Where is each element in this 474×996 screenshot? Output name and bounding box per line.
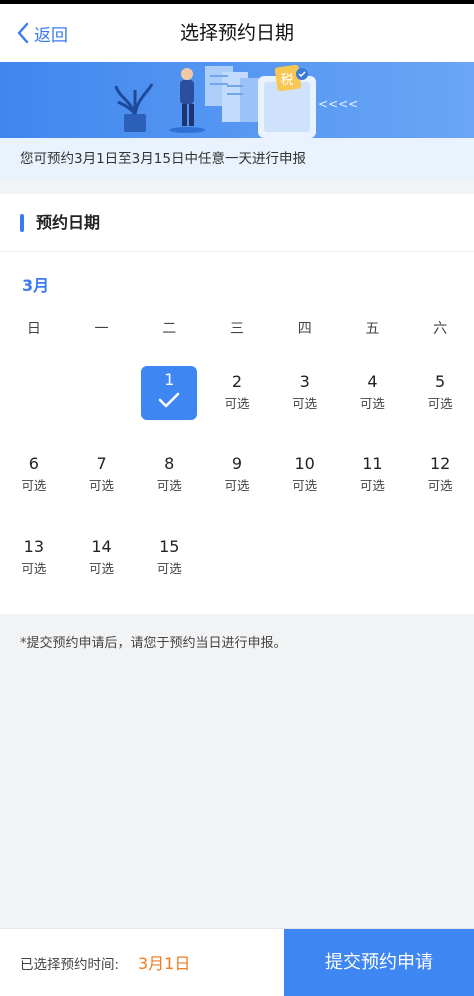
day-cell[interactable]: 9 可选 <box>203 450 271 508</box>
weekday-label: 六 <box>433 321 448 337</box>
day-status: 可选 <box>156 478 182 493</box>
day-cell[interactable]: 3 可选 <box>271 368 339 426</box>
day-status: 可选 <box>21 561 47 576</box>
weekday-label: 四 <box>297 321 312 337</box>
section-title: 预约日期 <box>36 213 101 232</box>
day-status: 可选 <box>89 561 115 576</box>
weekday-label: 五 <box>365 321 380 337</box>
day-number: 14 <box>91 537 112 556</box>
submit-button[interactable]: 提交预约申请 <box>284 929 474 996</box>
section-accent-bar <box>20 214 24 232</box>
day-status: 可选 <box>359 396 385 411</box>
selected-time-value: 3月1日 <box>138 954 191 973</box>
day-cell[interactable]: 6 可选 <box>0 450 68 508</box>
weekday-label: 一 <box>94 321 109 337</box>
day-number: 9 <box>231 454 243 473</box>
screens-illustration <box>205 66 262 122</box>
weekday-header: 日一二三四五六 <box>0 318 474 342</box>
day-cell[interactable]: 8 可选 <box>135 450 203 508</box>
day-number: 15 <box>159 537 180 556</box>
calendar-card: 预约日期 3月 日一二三四五六 1 2 可选 3 可选 4 可选 5 可选 6 可选 7 可选 8 可选 9 可… <box>0 194 474 614</box>
check-icon <box>158 392 180 408</box>
day-number: 12 <box>429 454 451 473</box>
day-status: 可选 <box>427 478 453 493</box>
month-label: 3月 <box>22 276 50 295</box>
day-number: 10 <box>294 454 315 473</box>
day-cell[interactable]: 2 可选 <box>203 368 271 426</box>
day-status: 可选 <box>292 478 318 493</box>
day-number: 7 <box>96 454 107 473</box>
day-cell[interactable]: 10 可选 <box>271 450 339 508</box>
nav-bar: 返回 选择预约日期 <box>0 4 474 62</box>
arrows-decoration: <<<< <box>318 97 358 111</box>
day-number: 4 <box>367 372 378 391</box>
selected-time-label: 已选择预约时间: <box>20 957 120 973</box>
day-status: 可选 <box>292 396 318 411</box>
weekday-label: 三 <box>229 321 244 337</box>
day-number: 6 <box>28 454 39 473</box>
day-cell[interactable]: 11 可选 <box>339 450 407 508</box>
day-cell[interactable]: 13 可选 <box>0 533 68 591</box>
tax-badge-text: 税 <box>280 73 293 88</box>
day-cell[interactable]: 7 可选 <box>68 450 136 508</box>
person-figure <box>169 68 205 133</box>
day-status: 可选 <box>359 478 385 493</box>
banner: 税 <<<< <box>0 62 474 138</box>
day-cell-selected[interactable]: 1 <box>141 366 198 420</box>
day-status: 可选 <box>224 478 250 493</box>
day-cell[interactable]: 5 可选 <box>406 368 474 426</box>
plant-icon <box>114 83 154 132</box>
footnote: *提交预约申请后，请您于预约当日进行申报。 <box>20 636 287 651</box>
notice-text: 您可预约3月1日至3月15日中任意一天进行申报 <box>0 138 474 180</box>
day-status: 可选 <box>89 478 115 493</box>
day-number: 3 <box>299 372 310 391</box>
day-number: 11 <box>362 454 383 473</box>
bottom-bar: 已选择预约时间: 3月1日 提交预约申请 <box>0 928 474 996</box>
day-status: 可选 <box>21 478 47 493</box>
page-title: 选择预约日期 <box>179 22 294 44</box>
day-status: 可选 <box>224 396 250 411</box>
banner-illustration: 税 <<<< <box>114 64 358 138</box>
day-number: 2 <box>231 372 243 391</box>
day-number: 5 <box>435 372 446 391</box>
weekday-label: 二 <box>162 321 177 337</box>
day-status: 可选 <box>427 396 453 411</box>
day-status: 可选 <box>156 561 182 576</box>
day-number: 8 <box>164 454 175 473</box>
section-header: 预约日期 <box>0 194 474 252</box>
day-cell[interactable]: 14 可选 <box>68 533 136 591</box>
day-number: 13 <box>23 537 45 556</box>
weekday-label: 日 <box>26 321 41 337</box>
day-cell[interactable]: 12 可选 <box>406 450 474 508</box>
day-cell[interactable]: 4 可选 <box>339 368 407 426</box>
day-cell[interactable]: 15 可选 <box>135 533 203 591</box>
day-number: 1 <box>164 370 175 389</box>
